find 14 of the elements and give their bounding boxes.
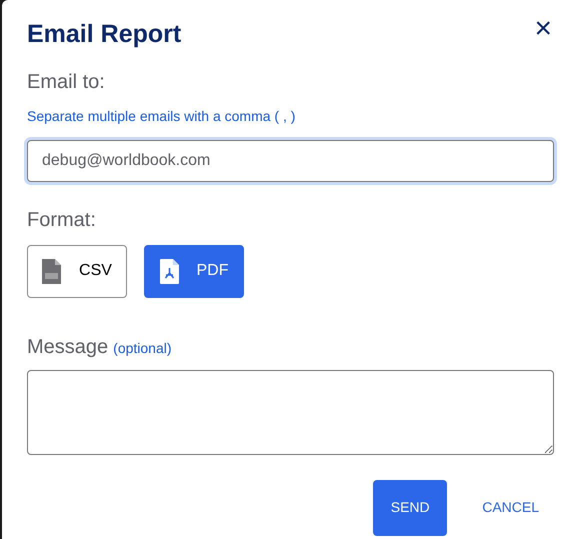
cancel-link[interactable]: CANCEL [482, 497, 539, 518]
close-button[interactable]: × [534, 14, 552, 44]
document-icon [160, 258, 178, 284]
send-button[interactable]: SEND [373, 480, 448, 536]
format-option[interactable]: PDF [144, 244, 244, 298]
optional-note: (optional) [113, 338, 172, 358]
dialog-title: Email Report [27, 19, 182, 50]
field-label: Format: [27, 208, 97, 232]
format-option[interactable]: CSV [27, 244, 127, 298]
field-label: Message [27, 334, 108, 360]
field-label: Email to: [27, 70, 106, 94]
file-icon [42, 258, 62, 284]
hint-text: Separate multiple emails with a comma ( , ) [27, 106, 296, 126]
message-textarea[interactable] [27, 370, 554, 454]
